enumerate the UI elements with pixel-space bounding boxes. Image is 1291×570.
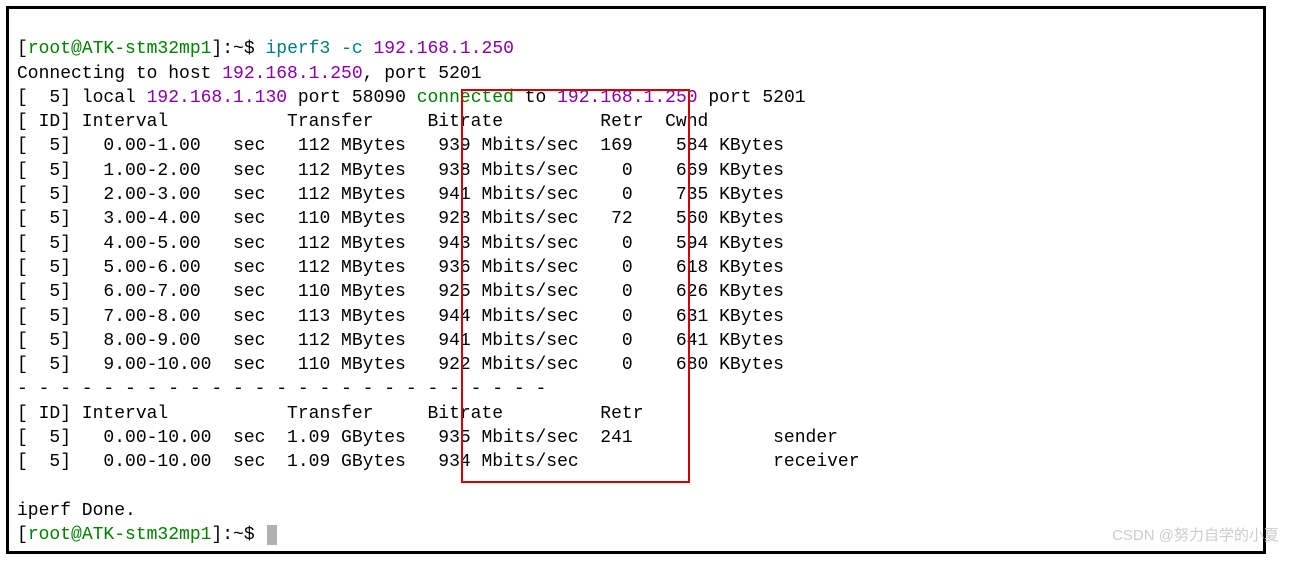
table-row: [ 5] 7.00-8.00 sec 113 MBytes 944 Mbits/… (17, 307, 784, 327)
connecting-ip: 192.168.1.250 (222, 64, 362, 84)
connected-p2: port 58090 (287, 88, 417, 108)
summary-row: [ 5] 0.00-10.00 sec 1.09 GBytes 935 Mbit… (17, 428, 838, 448)
divider-line: - - - - - - - - - - - - - - - - - - - - … (17, 379, 546, 399)
table-row: [ 5] 5.00-6.00 sec 112 MBytes 936 Mbits/… (17, 258, 784, 278)
connected-p1: [ 5] local (17, 88, 147, 108)
prompt-close: ]:~$ (211, 39, 265, 59)
summary-row: [ 5] 0.00-10.00 sec 1.09 GBytes 934 Mbit… (17, 452, 860, 472)
table-header-1: [ ID] Interval Transfer Bitrate Retr Cwn… (17, 112, 708, 132)
table-row: [ 5] 3.00-4.00 sec 110 MBytes 923 Mbits/… (17, 209, 784, 229)
connected-p3: to (514, 88, 557, 108)
prompt2-open: [ (17, 525, 28, 545)
table-row: [ 5] 2.00-3.00 sec 112 MBytes 941 Mbits/… (17, 185, 784, 205)
table-row: [ 5] 6.00-7.00 sec 110 MBytes 925 Mbits/… (17, 282, 784, 302)
cursor-icon (267, 525, 277, 545)
table-row: [ 5] 4.00-5.00 sec 112 MBytes 943 Mbits/… (17, 234, 784, 254)
local-ip: 192.168.1.130 (147, 88, 287, 108)
connecting-suffix: , port 5201 (363, 64, 482, 84)
terminal-window[interactable]: [root@ATK-stm32mp1]:~$ iperf3 -c 192.168… (6, 6, 1266, 554)
done-line: iperf Done. (17, 501, 136, 521)
command-text: iperf3 -c (265, 39, 373, 59)
command-ip-arg: 192.168.1.250 (374, 39, 514, 59)
table-row: [ 5] 8.00-9.00 sec 112 MBytes 941 Mbits/… (17, 331, 784, 351)
connected-p4: port 5201 (698, 88, 806, 108)
table-header-2: [ ID] Interval Transfer Bitrate Retr (17, 404, 644, 424)
prompt2-close: ]:~$ (211, 525, 265, 545)
prompt-line: [root@ATK-stm32mp1]:~$ iperf3 -c 192.168… (17, 39, 514, 59)
connected-word: connected (417, 88, 514, 108)
connected-line: [ 5] local 192.168.1.130 port 58090 conn… (17, 88, 806, 108)
connecting-line: Connecting to host 192.168.1.250, port 5… (17, 64, 482, 84)
table-row: [ 5] 1.00-2.00 sec 112 MBytes 938 Mbits/… (17, 161, 784, 181)
prompt-line-2[interactable]: [root@ATK-stm32mp1]:~$ (17, 525, 277, 545)
table-row: [ 5] 0.00-1.00 sec 112 MBytes 939 Mbits/… (17, 136, 784, 156)
connecting-prefix: Connecting to host (17, 64, 222, 84)
prompt-user-host: root@ATK-stm32mp1 (28, 39, 212, 59)
table-row: [ 5] 9.00-10.00 sec 110 MBytes 922 Mbits… (17, 355, 784, 375)
remote-ip: 192.168.1.250 (557, 88, 697, 108)
prompt-open: [ (17, 39, 28, 59)
prompt2-user-host: root@ATK-stm32mp1 (28, 525, 212, 545)
